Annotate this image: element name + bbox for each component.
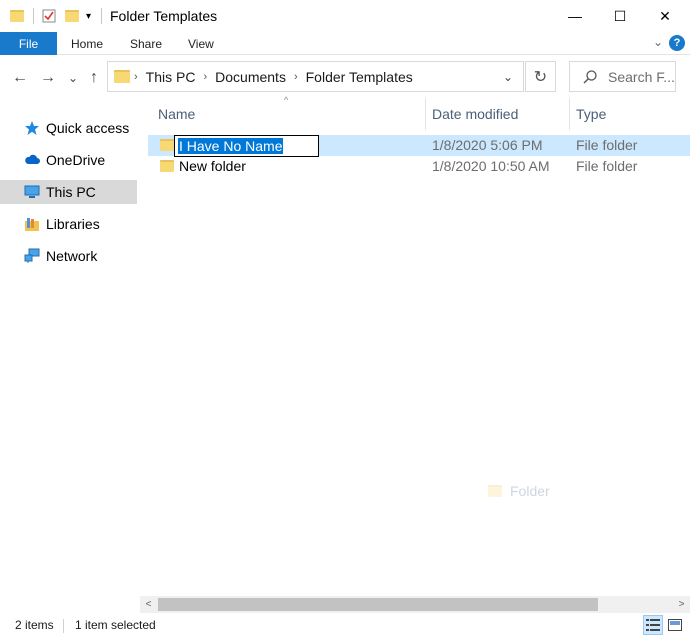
tab-home[interactable]: Home xyxy=(71,32,103,55)
minimize-button[interactable]: — xyxy=(552,0,598,32)
nav-item-onedrive[interactable]: OneDrive xyxy=(0,148,137,172)
selection-count: 1 item selected xyxy=(75,618,156,632)
nav-item-libraries[interactable]: Libraries xyxy=(0,212,137,236)
navigation-pane: Quick access OneDrive This PC Libraries … xyxy=(0,103,140,593)
properties-icon[interactable] xyxy=(42,6,56,26)
back-button[interactable]: ← xyxy=(10,68,30,88)
status-bar: 2 items 1 item selected xyxy=(0,613,690,637)
network-icon xyxy=(24,248,40,263)
help-icon[interactable]: ? xyxy=(669,35,685,51)
scrollbar-thumb[interactable] xyxy=(158,598,598,611)
address-folder-icon xyxy=(114,70,130,83)
ribbon-tabs: File Home Share View ⌄ ? xyxy=(0,32,690,55)
nav-item-label: This PC xyxy=(46,184,96,200)
up-button[interactable]: ↑ xyxy=(84,68,104,88)
nav-item-quick-access[interactable]: Quick access xyxy=(0,116,137,140)
drag-ghost: Folder xyxy=(480,483,550,499)
column-header-name[interactable]: Name xyxy=(158,98,195,130)
tab-file[interactable]: File xyxy=(0,32,57,55)
sort-ascending-icon: ^ xyxy=(284,95,289,105)
folder-icon xyxy=(160,160,174,172)
tab-view[interactable]: View xyxy=(188,32,214,55)
cloud-icon xyxy=(25,154,40,164)
status-divider xyxy=(63,619,64,633)
address-dropdown-icon[interactable]: ⌄ xyxy=(493,62,523,91)
library-icon xyxy=(25,218,39,231)
maximize-button[interactable]: ☐ xyxy=(597,0,643,32)
nav-item-label: OneDrive xyxy=(46,152,106,168)
breadcrumb-documents[interactable]: Documents xyxy=(215,69,286,85)
file-list: ^ Name Date modified Type I Have No Name… xyxy=(148,95,690,593)
search-icon xyxy=(583,69,597,83)
folder-icon xyxy=(488,485,502,497)
new-folder-qa-icon[interactable] xyxy=(65,6,79,26)
close-button[interactable]: ✕ xyxy=(642,0,688,32)
rename-selected-text[interactable]: I Have No Name xyxy=(178,138,284,154)
column-divider[interactable] xyxy=(569,98,570,130)
date-modified-cell: 1/8/2020 5:06 PM xyxy=(432,137,543,153)
column-header-type[interactable]: Type xyxy=(576,98,606,130)
rename-input[interactable]: I Have No Name xyxy=(174,135,319,157)
details-view-button[interactable] xyxy=(643,615,663,635)
customize-qa-dropdown-icon[interactable]: ▾ xyxy=(86,6,91,26)
window-title: Folder Templates xyxy=(110,8,218,24)
nav-item-this-pc[interactable]: This PC xyxy=(0,180,137,204)
scroll-left-icon[interactable]: < xyxy=(140,596,157,613)
type-cell: File folder xyxy=(576,158,638,174)
nav-item-network[interactable]: Network xyxy=(0,244,137,268)
column-divider[interactable] xyxy=(425,98,426,130)
tab-share[interactable]: Share xyxy=(130,32,162,55)
file-row-selected[interactable]: I Have No Name 1/8/2020 5:06 PM File fol… xyxy=(148,135,690,157)
breadcrumb-separator[interactable]: › xyxy=(294,71,298,83)
title-bar: ▾ Folder Templates — ☐ ✕ xyxy=(0,0,690,32)
scroll-right-icon[interactable]: > xyxy=(673,596,690,613)
nav-item-label: Quick access xyxy=(46,120,130,136)
folder-icon xyxy=(160,139,174,151)
recent-locations-icon[interactable]: ⌄ xyxy=(63,68,83,88)
nav-item-label: Network xyxy=(46,248,98,264)
column-header-date[interactable]: Date modified xyxy=(432,98,518,130)
breadcrumb-this-pc[interactable]: This PC xyxy=(146,69,196,85)
date-modified-cell: 1/8/2020 10:50 AM xyxy=(432,158,550,174)
horizontal-scrollbar[interactable]: < > xyxy=(140,596,690,613)
details-view-icon xyxy=(646,619,660,631)
search-placeholder: Search F... xyxy=(608,68,675,85)
nav-item-label: Libraries xyxy=(46,216,100,232)
forward-button[interactable]: → xyxy=(38,68,58,88)
search-input[interactable]: Search F... xyxy=(569,61,676,92)
qa-divider xyxy=(33,8,34,24)
breadcrumb-separator[interactable]: › xyxy=(134,71,138,83)
refresh-button[interactable]: ↻ xyxy=(525,61,556,92)
file-row[interactable]: New folder 1/8/2020 10:50 AM File folder xyxy=(148,156,690,177)
collapse-ribbon-icon[interactable]: ⌄ xyxy=(653,35,663,49)
type-cell: File folder xyxy=(576,137,638,153)
star-icon xyxy=(25,121,39,135)
computer-icon xyxy=(24,185,40,198)
large-icons-view-icon xyxy=(668,619,682,631)
app-folder-icon xyxy=(10,6,24,26)
large-icons-view-button[interactable] xyxy=(665,615,685,635)
breadcrumb-separator[interactable]: › xyxy=(203,71,207,83)
breadcrumb-folder-templates[interactable]: Folder Templates xyxy=(306,69,413,85)
address-bar[interactable]: › This PC › Documents › Folder Templates… xyxy=(107,61,524,92)
file-name[interactable]: New folder xyxy=(179,158,246,174)
qa-divider-2 xyxy=(101,8,102,24)
drag-ghost-label: Folder xyxy=(510,483,550,499)
item-count: 2 items xyxy=(15,618,54,632)
